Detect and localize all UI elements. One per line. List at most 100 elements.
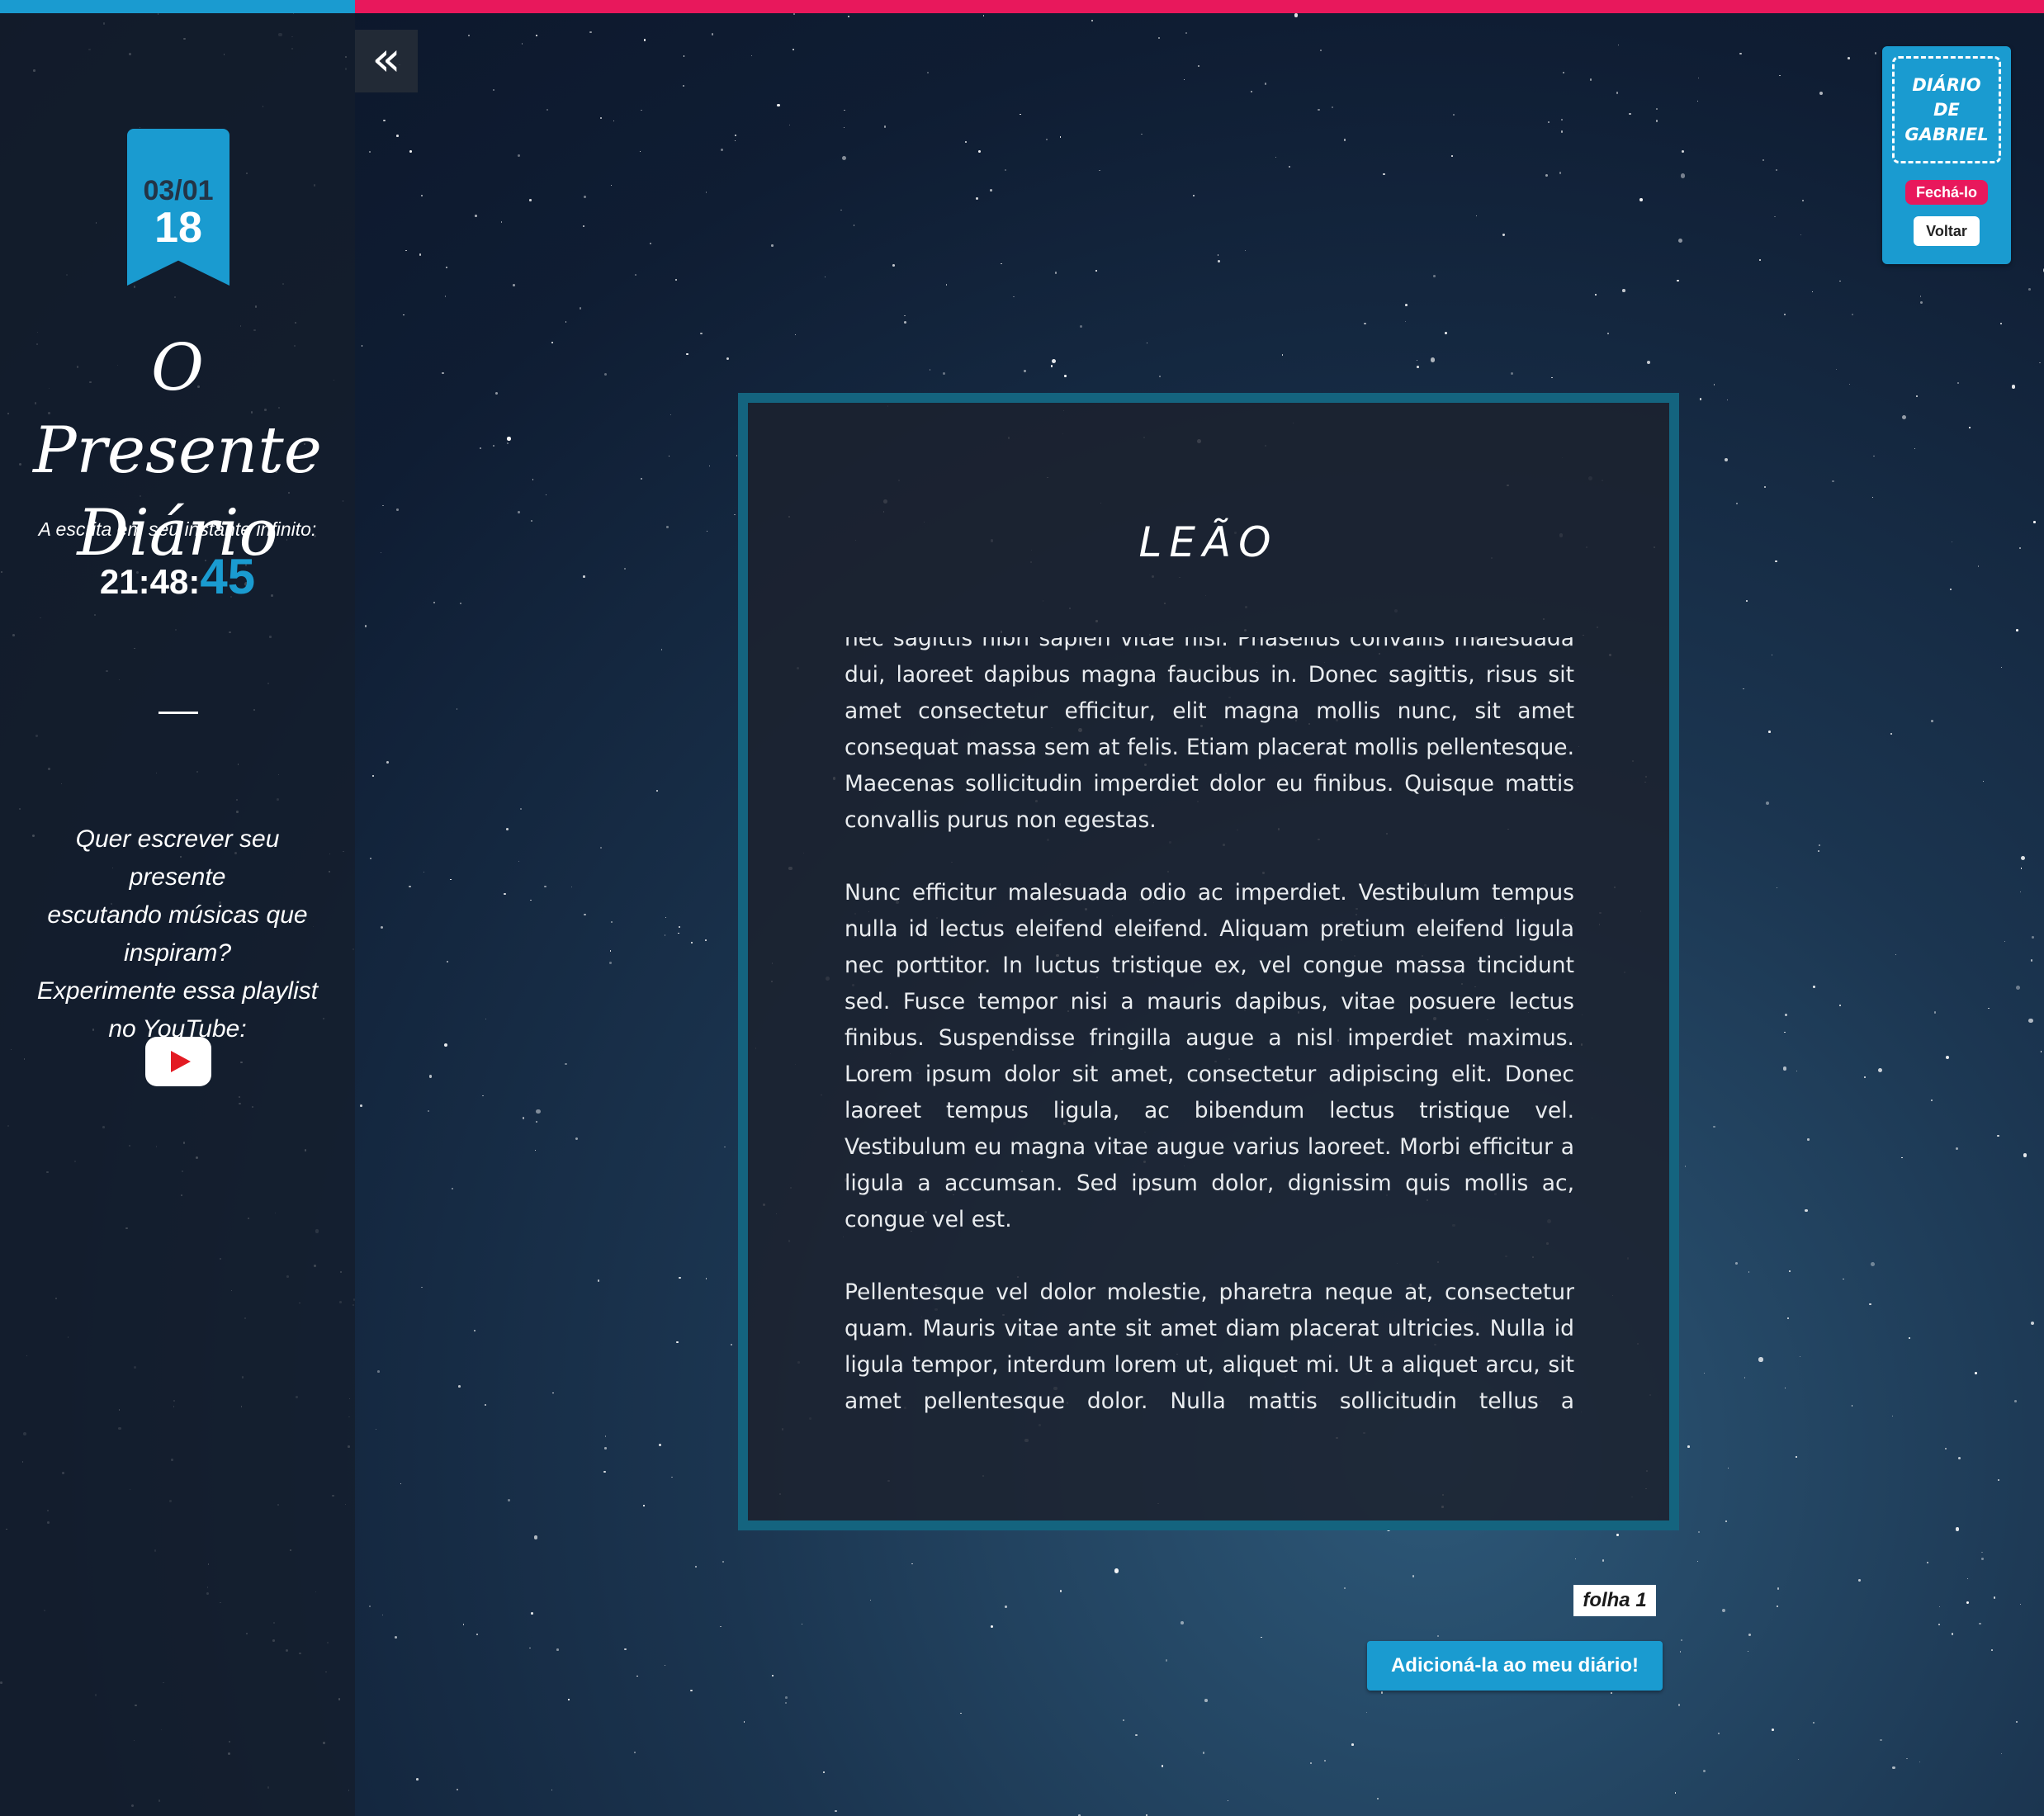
star (1944, 1447, 1947, 1449)
star (1697, 1531, 1700, 1534)
top-accent-bar-left (0, 0, 355, 13)
star (556, 1648, 559, 1651)
star (382, 504, 385, 507)
star (479, 447, 481, 449)
star (467, 35, 470, 37)
star (1376, 1797, 1379, 1800)
star (482, 1095, 485, 1097)
star (423, 872, 424, 873)
star (1975, 1372, 1977, 1374)
star (361, 345, 363, 347)
playlist-line: escutando músicas que (47, 901, 308, 929)
star (1818, 850, 1819, 852)
star (575, 1137, 579, 1140)
star (1991, 1649, 1993, 1651)
star (655, 790, 658, 792)
star (2000, 666, 2003, 669)
star (1988, 1007, 1990, 1009)
entry-text-scroll-area[interactable]: nec sagittis nibh sapien vitae nisi. Pha… (845, 637, 1574, 1415)
star (772, 1675, 774, 1676)
star (386, 761, 390, 764)
star (1380, 1691, 1384, 1695)
star (2015, 629, 2018, 631)
star (1122, 1719, 1124, 1721)
star (1114, 1568, 1119, 1573)
star (565, 1062, 567, 1066)
star (1704, 1372, 1706, 1374)
star (904, 314, 906, 317)
star (1811, 291, 1814, 292)
star (534, 1150, 536, 1152)
star (604, 1447, 607, 1449)
star (1880, 1738, 1882, 1742)
star (1955, 1527, 1960, 1532)
star (395, 508, 399, 511)
star (1511, 372, 1514, 376)
star (842, 156, 847, 161)
star (623, 568, 626, 570)
star (445, 266, 448, 269)
star (1547, 121, 1550, 123)
clock-seconds: 45 (200, 549, 256, 604)
star (529, 199, 532, 201)
star (1699, 398, 1702, 400)
collapse-sidebar-button[interactable]: « (355, 30, 418, 92)
entry-panel: LEÃO nec sagittis nibh sapien vitae nisi… (738, 393, 1679, 1530)
star (1774, 560, 1777, 563)
star (734, 140, 736, 142)
star (1734, 1261, 1738, 1265)
star (726, 357, 730, 361)
star (421, 1286, 423, 1289)
diary-label-line: GABRIEL (1904, 125, 1989, 144)
add-to-diary-button[interactable]: Adicioná-la ao meu diário! (1367, 1641, 1663, 1691)
star (1919, 296, 1922, 297)
sidebar-divider (159, 712, 198, 714)
star (474, 215, 477, 217)
playlist-line: Quer escrever seu presente (75, 825, 280, 891)
entry-paragraph: nec sagittis nibh sapien vitae nisi. Pha… (845, 637, 1574, 833)
star (433, 601, 436, 604)
star (843, 126, 845, 129)
star (1024, 370, 1026, 372)
star (1748, 1633, 1751, 1636)
star (990, 1625, 994, 1629)
star (1744, 1377, 1746, 1379)
close-diary-button[interactable]: Fechá-lo (1905, 180, 1988, 205)
star (1797, 1759, 1799, 1761)
star (1294, 13, 1299, 17)
star (1595, 293, 1597, 296)
star (694, 1566, 698, 1568)
star (960, 1712, 963, 1714)
star (734, 513, 736, 516)
star (720, 1625, 722, 1628)
star (1680, 1651, 1682, 1653)
star (1858, 1579, 1861, 1582)
star (1930, 1100, 1933, 1102)
star (1099, 170, 1100, 172)
star (1165, 1659, 1168, 1662)
star (1916, 395, 1919, 398)
star (1938, 1606, 1941, 1608)
star (1981, 1558, 1984, 1560)
star (795, 333, 797, 335)
star (1436, 1634, 1439, 1638)
star (508, 1499, 510, 1502)
back-button[interactable]: Voltar (1914, 216, 1980, 246)
star (659, 1444, 662, 1447)
star (635, 274, 636, 277)
star (1919, 301, 1923, 305)
star (1655, 120, 1658, 122)
star (1687, 1445, 1690, 1448)
star (2033, 521, 2036, 523)
star (1351, 1743, 1354, 1746)
star (1796, 1455, 1798, 1459)
youtube-playlist-button[interactable] (145, 1037, 211, 1086)
star (1180, 1621, 1184, 1625)
star (1141, 133, 1143, 135)
star (1901, 1156, 1903, 1159)
star (452, 1188, 454, 1190)
date-year: 18 (154, 204, 202, 252)
star (535, 1120, 537, 1123)
star (690, 1689, 693, 1692)
star (383, 119, 386, 122)
